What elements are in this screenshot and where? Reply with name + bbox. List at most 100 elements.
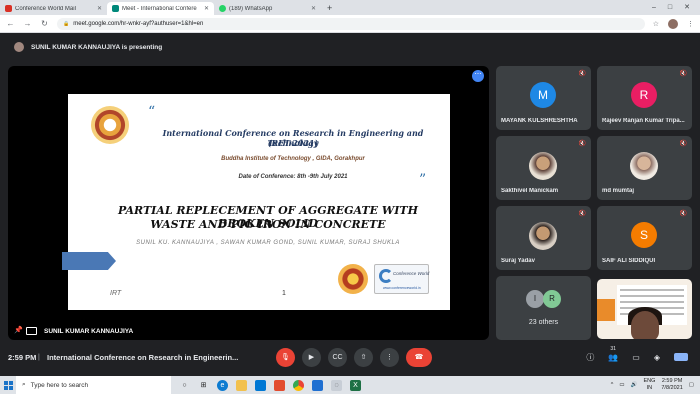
quote-open-icon: “ bbox=[148, 104, 156, 120]
presenting-text: SUNIL KUMAR KANNAUJIYA is presenting bbox=[31, 43, 163, 51]
tab-whatsapp[interactable]: (189) WhatsApp ✕ bbox=[214, 2, 321, 15]
language: ENG bbox=[643, 378, 656, 384]
avatar-photo bbox=[529, 152, 557, 180]
activities-icon[interactable]: ◈ bbox=[654, 353, 660, 362]
chat-icon[interactable]: ▭ bbox=[632, 353, 640, 362]
presentation-stage[interactable]: “ International Conference on Research i… bbox=[8, 66, 489, 340]
chrome-icon[interactable] bbox=[293, 379, 304, 391]
mic-off-icon: 🔇 bbox=[578, 141, 586, 147]
people-icon: 👥 bbox=[608, 352, 619, 362]
region: IN bbox=[646, 385, 653, 391]
avatar bbox=[14, 42, 24, 52]
avatar: R bbox=[631, 82, 657, 108]
participant-name: md mumtaj bbox=[602, 188, 635, 194]
more-options-button[interactable]: ⋯ bbox=[472, 70, 484, 82]
back-button[interactable]: ← bbox=[6, 19, 15, 28]
tab-meet[interactable]: Meet - International Confere ✕ bbox=[107, 2, 214, 15]
avatar: R bbox=[543, 290, 561, 308]
tab-close-icon[interactable]: ✕ bbox=[97, 5, 102, 12]
participant-name: Sakthivel Manickam bbox=[501, 188, 559, 194]
mic-off-icon: 🔇 bbox=[679, 141, 687, 147]
tab-gmail[interactable]: Conference World Mail ✕ bbox=[0, 2, 107, 15]
chevron-up-icon[interactable]: ^ bbox=[611, 382, 614, 388]
background-poster bbox=[597, 299, 615, 321]
participant-tile[interactable]: 🔇 M MAYANK KULSHRESHTHA bbox=[496, 66, 591, 130]
star-icon[interactable]: ☆ bbox=[653, 20, 659, 28]
excel-icon[interactable]: X bbox=[350, 379, 361, 391]
tab-label: (189) WhatsApp bbox=[229, 5, 273, 12]
avatar-photo bbox=[529, 222, 557, 250]
tab-close-icon[interactable]: ✕ bbox=[311, 5, 316, 12]
network-icon[interactable]: ▭ bbox=[619, 382, 624, 388]
url-input[interactable]: 🔒 meet.google.com/hr-wnkr-ayf?authuser=1… bbox=[57, 17, 645, 30]
conference-world-logo: Conference World www.conferenceworld.in bbox=[374, 264, 429, 294]
institute-logo bbox=[91, 106, 129, 144]
participant-name: Suraj Yadav bbox=[501, 258, 535, 264]
search-icon: ⌕ bbox=[22, 381, 26, 388]
logo-url: www.conferenceworld.in bbox=[383, 286, 421, 290]
participant-tile[interactable]: 🔇 S SAIF ALI SIDDIQUI bbox=[597, 206, 692, 270]
edge-icon[interactable]: e bbox=[217, 379, 228, 391]
participant-tile[interactable]: 🔇 R Rajeev Ranjan Kumar Tripa... bbox=[597, 66, 692, 130]
participant-name: MAYANK KULSHRESHTHA bbox=[501, 118, 578, 124]
app-icon[interactable] bbox=[312, 379, 323, 391]
avatar-photo bbox=[630, 152, 658, 180]
maximize-button[interactable]: □ bbox=[668, 0, 672, 15]
participant-tile[interactable]: 🔇 Suraj Yadav bbox=[496, 206, 591, 270]
presenter-name: SUNIL KUMAR KANNAUJIYA bbox=[44, 328, 134, 335]
pin-icon[interactable]: 📌 bbox=[14, 326, 23, 334]
taskview-windows-icon[interactable]: ⊞ bbox=[198, 380, 209, 391]
end-call-button[interactable]: ☎ bbox=[406, 347, 432, 367]
participant-tile[interactable]: 🔇 md mumtaj bbox=[597, 136, 692, 200]
participant-tile[interactable]: 🔇 Sakthivel Manickam bbox=[496, 136, 591, 200]
camera-toggle-button[interactable]: ▶ bbox=[302, 347, 321, 367]
info-icon[interactable]: ⓘ bbox=[586, 352, 594, 363]
host-controls-icon[interactable] bbox=[674, 353, 688, 361]
clock[interactable]: 2:59 PM 7/8/2021 bbox=[661, 378, 682, 392]
taskbar-search-input[interactable]: ⌕ Type here to search bbox=[16, 376, 171, 394]
minimize-button[interactable]: – bbox=[652, 0, 656, 15]
windows-start-button[interactable] bbox=[0, 376, 16, 394]
people-button[interactable]: 31 👥 bbox=[608, 346, 619, 362]
language-indicator[interactable]: ENG IN bbox=[643, 378, 655, 392]
others-count: 23 others bbox=[528, 319, 559, 326]
mic-off-icon: 🔇 bbox=[679, 71, 687, 77]
authors: SUNIL KU. KANNAUJIYA , SAWAN KUMAR GOND,… bbox=[136, 240, 400, 246]
address-bar-row: ← → ↻ 🔒 meet.google.com/hr-wnkr-ayf?auth… bbox=[0, 15, 700, 33]
separator: | bbox=[38, 353, 40, 361]
reload-button[interactable]: ↻ bbox=[40, 19, 49, 28]
paper-title-line-2: WASTE AND PIG IRON IN CONCRETE bbox=[150, 218, 386, 231]
lock-icon: 🔒 bbox=[63, 20, 70, 27]
forward-button[interactable]: → bbox=[23, 19, 32, 28]
participant-name: SAIF ALI SIDDIQUI bbox=[602, 258, 656, 264]
folder-icon[interactable]: ◌ bbox=[331, 379, 342, 391]
clock-date: 7/8/2021 bbox=[661, 385, 683, 391]
volume-icon[interactable]: 🔊 bbox=[631, 382, 638, 388]
self-view-tile[interactable] bbox=[597, 279, 692, 339]
tab-close-icon[interactable]: ✕ bbox=[204, 5, 209, 12]
emblem-logo bbox=[338, 264, 368, 294]
quote-close-icon: ” bbox=[419, 172, 427, 188]
conference-date: Date of Conference: 8th -9th July 2021 bbox=[238, 174, 348, 180]
window-controls: – □ ✕ bbox=[652, 0, 700, 15]
more-options-button[interactable]: ⋮ bbox=[380, 347, 399, 367]
new-tab-button[interactable]: + bbox=[321, 2, 338, 15]
tab-label: Meet - International Confere bbox=[122, 5, 197, 12]
media-icon[interactable] bbox=[274, 379, 285, 391]
close-window-button[interactable]: ✕ bbox=[684, 0, 690, 15]
slide: “ International Conference on Research i… bbox=[62, 94, 450, 310]
logo-text: Conference World bbox=[393, 271, 430, 276]
mic-toggle-button[interactable]: 🎙 bbox=[276, 347, 295, 367]
notifications-icon[interactable]: ▢ bbox=[689, 382, 694, 388]
file-explorer-icon[interactable] bbox=[236, 379, 247, 391]
meeting-time: 2:59 PM bbox=[8, 352, 37, 362]
present-button[interactable]: ⇧ bbox=[354, 347, 373, 367]
menu-icon[interactable]: ⋮ bbox=[687, 20, 694, 28]
mic-off-icon: 🔇 bbox=[578, 71, 586, 77]
mic-off-icon: 🔇 bbox=[578, 211, 586, 217]
captions-button[interactable]: CC bbox=[328, 347, 347, 367]
task-view-icon[interactable]: ○ bbox=[179, 380, 190, 391]
profile-avatar[interactable] bbox=[668, 18, 678, 29]
others-tile[interactable]: I R 23 others bbox=[496, 276, 591, 340]
store-icon[interactable] bbox=[255, 379, 266, 391]
